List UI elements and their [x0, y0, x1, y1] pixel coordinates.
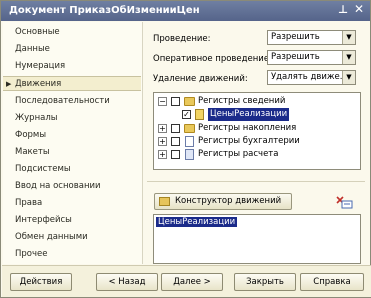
help-button-label: Справка: [313, 277, 351, 287]
posting-value: Разрешить: [271, 32, 320, 42]
sidebar-item-label: Прочее: [15, 249, 48, 259]
sidebar-item-label: Последовательности: [15, 96, 110, 106]
sidebar-item-label: Движения: [15, 79, 62, 89]
sidebar-item-label: Права: [15, 198, 43, 208]
tree-node-accounting-registers[interactable]: + Регистры бухгалтерии: [158, 135, 358, 148]
online-posting-select[interactable]: Разрешить ▼: [267, 50, 356, 65]
posting-select[interactable]: Разрешить ▼: [267, 30, 356, 45]
tree-node-label: Регистры расчета: [198, 149, 279, 159]
tree-node-calculation-registers[interactable]: + Регистры расчета: [158, 148, 358, 161]
checkbox-checked[interactable]: ✓: [182, 110, 191, 119]
checkbox[interactable]: [171, 137, 180, 146]
tree-node-label: Регистры сведений: [198, 96, 286, 106]
sidebar-item-data-exchange[interactable]: Обмен данными: [3, 230, 141, 245]
clear-icon[interactable]: [335, 195, 353, 209]
tree-node-label: Регистры накопления: [198, 123, 297, 133]
pin-icon[interactable]: ⊥: [338, 3, 348, 16]
expand-icon[interactable]: +: [158, 124, 167, 133]
chevron-down-icon[interactable]: ▼: [342, 51, 355, 64]
sidebar-item-label: Обмен данными: [15, 232, 88, 242]
sidebar: Основные Данные Нумерация ▶ Движения Посл…: [3, 22, 143, 264]
sidebar-item-input-based[interactable]: Ввод на основании: [3, 179, 141, 194]
chevron-down-icon[interactable]: ▼: [342, 71, 355, 84]
checkbox[interactable]: [171, 124, 180, 133]
posting-label: Проведение:: [153, 34, 211, 44]
sidebar-item-journals[interactable]: Журналы: [3, 111, 141, 126]
register-icon: [195, 109, 204, 120]
tree-node-label: ЦеныРеализации: [208, 108, 290, 121]
folder-icon: [184, 124, 195, 133]
window-title: Документ ПриказОбИзменииЦен: [9, 5, 200, 16]
sidebar-item-dannye[interactable]: Данные: [3, 42, 141, 57]
calculation-icon: [185, 149, 194, 160]
delete-movements-select[interactable]: Удалять движе... ▼: [267, 70, 356, 85]
expand-icon[interactable]: +: [158, 137, 167, 146]
sidebar-item-other[interactable]: Прочее: [3, 247, 141, 262]
online-posting-label: Оперативное проведение:: [153, 54, 272, 64]
online-posting-value: Разрешить: [271, 52, 320, 62]
delete-movements-label: Удаление движений:: [153, 74, 248, 84]
sidebar-item-label: Подсистемы: [15, 164, 71, 174]
sidebar-item-sequences[interactable]: Последовательности: [3, 94, 141, 109]
sidebar-item-label: Журналы: [15, 113, 58, 123]
title-bar[interactable]: Документ ПриказОбИзменииЦен ⊥ ✕: [1, 1, 370, 21]
constructor-button-label: Конструктор движений: [175, 196, 282, 206]
movements-memo[interactable]: ЦеныРеализации: [153, 214, 361, 264]
sidebar-item-templates[interactable]: Макеты: [3, 145, 141, 160]
folder-icon: [184, 97, 195, 106]
help-button[interactable]: Справка: [300, 273, 364, 291]
expand-icon[interactable]: +: [158, 150, 167, 159]
sidebar-item-label: Данные: [15, 44, 50, 54]
button-bar: Действия < Назад Далее > Закрыть Справка: [2, 265, 371, 297]
registers-tree[interactable]: − Регистры сведений ✓ ЦеныРеализации + Р…: [153, 92, 361, 170]
actions-button[interactable]: Действия: [10, 273, 72, 291]
sidebar-item-label: Нумерация: [15, 61, 66, 71]
sidebar-item-interfaces[interactable]: Интерфейсы: [3, 213, 141, 228]
sidebar-item-subsystems[interactable]: Подсистемы: [3, 162, 141, 177]
memo-text: ЦеныРеализации: [156, 217, 238, 227]
sidebar-item-forms[interactable]: Формы: [3, 128, 141, 143]
accounting-icon: [185, 136, 194, 147]
sidebar-item-label: Основные: [15, 27, 60, 37]
divider: [147, 181, 365, 182]
tree-node-price-register[interactable]: ✓ ЦеныРеализации: [158, 108, 358, 121]
next-button[interactable]: Далее >: [161, 273, 223, 291]
sidebar-item-label: Интерфейсы: [15, 215, 72, 225]
delete-movements-value: Удалять движе...: [271, 72, 348, 82]
chevron-down-icon[interactable]: ▼: [342, 31, 355, 44]
collapse-icon[interactable]: −: [158, 97, 167, 106]
constructor-icon: [159, 197, 170, 206]
movements-constructor-button[interactable]: Конструктор движений: [154, 193, 292, 210]
next-button-label: Далее >: [173, 277, 211, 287]
sidebar-item-numeration[interactable]: Нумерация: [3, 59, 141, 74]
back-button[interactable]: < Назад: [96, 273, 158, 291]
sidebar-item-label: Формы: [15, 130, 47, 140]
actions-button-label: Действия: [19, 277, 63, 287]
document-window: Документ ПриказОбИзменииЦен ⊥ ✕ Основные…: [0, 0, 371, 298]
tree-node-label: Регистры бухгалтерии: [198, 136, 300, 146]
sidebar-item-movements[interactable]: ▶ Движения: [3, 76, 141, 91]
checkbox[interactable]: [171, 97, 180, 106]
back-button-label: < Назад: [108, 277, 146, 287]
tree-node-info-registers[interactable]: − Регистры сведений: [158, 95, 358, 108]
sidebar-item-label: Ввод на основании: [15, 181, 101, 191]
close-button-label: Закрыть: [246, 277, 284, 287]
active-arrow-icon: ▶: [6, 80, 12, 88]
checkbox[interactable]: [171, 150, 180, 159]
sidebar-item-osnovnye[interactable]: Основные: [3, 25, 141, 40]
sidebar-item-label: Макеты: [15, 147, 50, 157]
close-icon[interactable]: ✕: [354, 2, 364, 16]
close-button[interactable]: Закрыть: [234, 273, 296, 291]
sidebar-item-rights[interactable]: Права: [3, 196, 141, 211]
tree-node-accumulation-registers[interactable]: + Регистры накопления: [158, 122, 358, 135]
